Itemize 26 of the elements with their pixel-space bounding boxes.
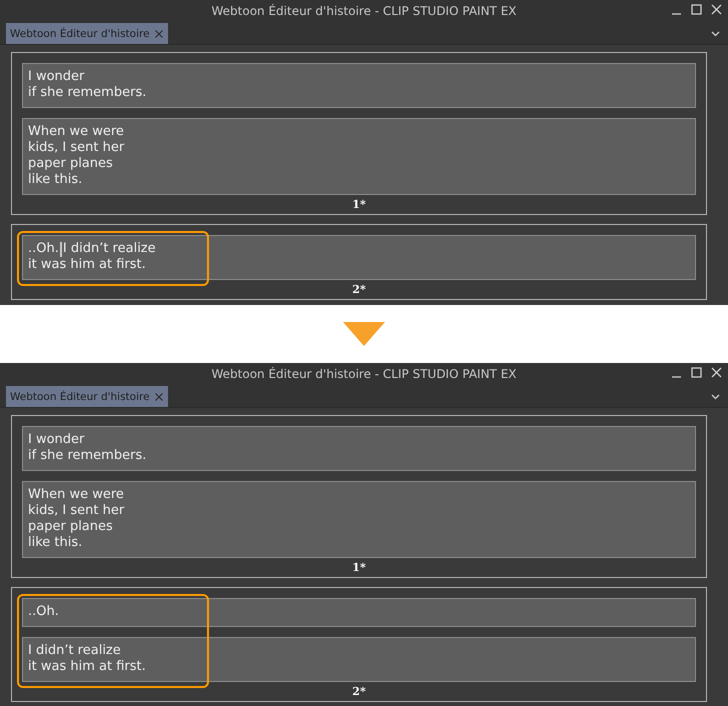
page-number: 1* [351,198,367,212]
text: ..Oh. [28,241,59,257]
close-icon[interactable] [154,392,163,400]
maximize-icon[interactable] [691,367,702,378]
close-icon[interactable] [154,30,163,38]
down-arrow-icon [343,322,385,346]
chevron-down-icon[interactable] [711,31,720,37]
text-field[interactable]: I wonder if she remembers. [22,426,696,471]
chevron-down-icon[interactable] [711,394,720,400]
text-line: I didn’t realize [62,241,156,257]
window-title: Webtoon Éditeur d'histoire - CLIP STUDIO PAINT EX [211,4,516,18]
text-field[interactable]: ..Oh. [22,598,696,627]
window-title: Webtoon Éditeur d'histoire - CLIP STUDIO PAINT EX [211,367,516,381]
page-number: 2* [351,283,367,297]
tab[interactable]: Webtoon Éditeur d'histoire [6,23,168,44]
text-field[interactable]: When we were kids, I sent her paper planes like this. [22,118,696,195]
text-field[interactable]: When we were kids, I sent her paper planes like this. [22,481,696,558]
text-field[interactable]: I didn’t realize it was him at first. [22,637,696,682]
text-field[interactable]: I wonder if she remembers. [22,63,696,108]
text-field[interactable]: ..Oh. I didn’t realize it was him at first. [22,235,696,280]
tab[interactable]: Webtoon Éditeur d'histoire [6,386,168,407]
maximize-icon[interactable] [691,4,702,15]
page-number: 1* [351,561,367,575]
text-cursor [60,242,62,256]
text-line: it was him at first. [28,257,147,273]
page-number: 2* [351,685,367,699]
